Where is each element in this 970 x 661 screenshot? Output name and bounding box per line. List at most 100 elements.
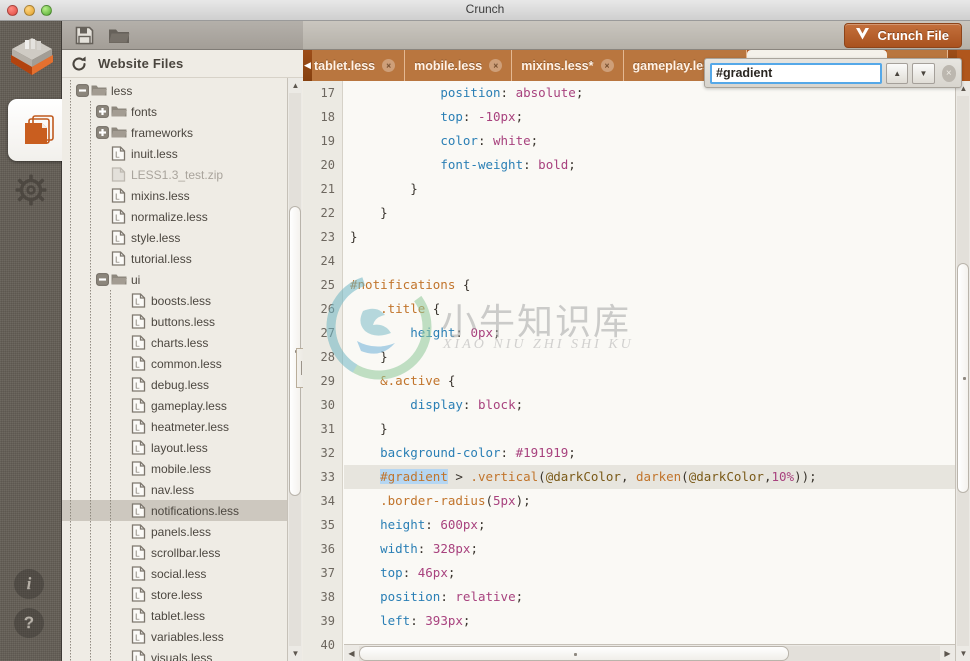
- code-line[interactable]: 27 height: 0px;: [321, 321, 970, 345]
- tree-folder-row[interactable]: frameworks: [62, 122, 287, 143]
- code-token: ;: [575, 85, 584, 100]
- tree-file-row[interactable]: L social.less: [62, 563, 287, 584]
- file-tree[interactable]: less fonts frameworks L inuit.less LESS1…: [62, 78, 287, 661]
- tree-file-row[interactable]: L layout.less: [62, 437, 287, 458]
- code-line[interactable]: 36 width: 328px;: [321, 537, 970, 561]
- code-token: @darkColor: [688, 469, 764, 484]
- collapse-icon[interactable]: [76, 84, 89, 97]
- code-line[interactable]: 30 display: block;: [321, 393, 970, 417]
- tree-file-row[interactable]: L gameplay.less: [62, 395, 287, 416]
- scroll-up-icon[interactable]: ▲: [288, 78, 303, 93]
- tree-file-row[interactable]: L style.less: [62, 227, 287, 248]
- code-line[interactable]: 37 top: 46px;: [321, 561, 970, 585]
- code-content[interactable]: 17 position: absolute; 18 top: -10px; 19 c…: [321, 81, 970, 661]
- editor-horizontal-scrollbar[interactable]: ◀ ▶: [344, 644, 955, 661]
- code-line[interactable]: 32 background-color: #191919;: [321, 441, 970, 465]
- code-line[interactable]: 18 top: -10px;: [321, 105, 970, 129]
- tree-file-row[interactable]: L scrollbar.less: [62, 542, 287, 563]
- scrollbar-thumb[interactable]: [957, 263, 969, 493]
- tree-file-row[interactable]: L charts.less: [62, 332, 287, 353]
- collapse-icon[interactable]: [96, 273, 109, 286]
- help-icon[interactable]: ?: [14, 608, 44, 638]
- find-next-button[interactable]: ▼: [912, 62, 935, 84]
- tab-close-icon[interactable]: ×: [382, 59, 396, 72]
- tree-guide-line: [70, 374, 71, 395]
- tree-file-row[interactable]: L notifications.less: [62, 500, 287, 521]
- tree-guide-line: [110, 521, 111, 542]
- search-input[interactable]: [710, 62, 882, 84]
- code-editor[interactable]: 17 position: absolute; 18 top: -10px; 19 c…: [303, 81, 970, 661]
- expand-icon[interactable]: [96, 105, 109, 118]
- tree-folder-row[interactable]: less: [62, 80, 287, 101]
- hscrollbar-track[interactable]: [359, 645, 940, 661]
- tab-close-icon[interactable]: ×: [600, 59, 614, 72]
- tree-file-row[interactable]: L normalize.less: [62, 206, 287, 227]
- code-line[interactable]: 19 color: white;: [321, 129, 970, 153]
- save-icon[interactable]: [75, 26, 94, 50]
- code-line[interactable]: 26 .title {: [321, 297, 970, 321]
- code-line[interactable]: 24: [321, 249, 970, 273]
- tree-file-row[interactable]: LESS1.3_test.zip: [62, 164, 287, 185]
- scroll-right-icon[interactable]: ▶: [940, 646, 955, 661]
- tree-file-row[interactable]: L inuit.less: [62, 143, 287, 164]
- code-line[interactable]: 35 height: 600px;: [321, 513, 970, 537]
- scroll-left-icon[interactable]: ◀: [344, 646, 359, 661]
- tree-folder-row[interactable]: fonts: [62, 101, 287, 122]
- find-bar[interactable]: ▲ ▼ ×: [704, 58, 962, 88]
- code-line[interactable]: 28 }: [321, 345, 970, 369]
- tree-item-label: inuit.less: [131, 146, 178, 161]
- info-icon[interactable]: i: [14, 569, 44, 599]
- code-token: ;: [515, 397, 524, 412]
- sidebar-item-settings[interactable]: [14, 173, 48, 207]
- tree-file-row[interactable]: L debug.less: [62, 374, 287, 395]
- code-token: :: [523, 157, 539, 172]
- code-line[interactable]: 20 font-weight: bold;: [321, 153, 970, 177]
- open-folder-icon[interactable]: [108, 26, 130, 50]
- tree-file-row[interactable]: L heatmeter.less: [62, 416, 287, 437]
- editor-tab-tablet-less[interactable]: tablet.less ×: [312, 50, 406, 81]
- tree-file-row[interactable]: L visuals.less: [62, 647, 287, 661]
- tree-file-row[interactable]: L common.less: [62, 353, 287, 374]
- editor-tab-mixins-less-[interactable]: mixins.less* ×: [512, 50, 624, 81]
- tree-file-row[interactable]: L mobile.less: [62, 458, 287, 479]
- code-line[interactable]: 22 }: [321, 201, 970, 225]
- code-line[interactable]: 23}: [321, 225, 970, 249]
- code-line-text: position: relative;: [344, 585, 523, 609]
- line-number: 28: [320, 350, 335, 364]
- code-line[interactable]: 38 position: relative;: [321, 585, 970, 609]
- tab-scroll-left-button[interactable]: ◀: [303, 50, 312, 81]
- scroll-down-icon[interactable]: ▼: [288, 646, 303, 661]
- tree-file-row[interactable]: L tablet.less: [62, 605, 287, 626]
- code-line[interactable]: 31 }: [321, 417, 970, 441]
- sidebar-item-files[interactable]: [8, 99, 70, 161]
- refresh-icon[interactable]: [70, 55, 88, 73]
- scroll-down-icon[interactable]: ▼: [956, 646, 970, 661]
- hscrollbar-thumb[interactable]: [359, 645, 789, 661]
- less-file-icon: L: [111, 188, 126, 203]
- code-line[interactable]: 25 #notifications {: [321, 273, 970, 297]
- tree-file-row[interactable]: L store.less: [62, 584, 287, 605]
- close-find-icon[interactable]: ×: [941, 64, 957, 82]
- expand-icon[interactable]: [96, 126, 109, 139]
- tree-file-row[interactable]: L boosts.less: [62, 290, 287, 311]
- code-line[interactable]: 21 }: [321, 177, 970, 201]
- tree-folder-row[interactable]: ui: [62, 269, 287, 290]
- tree-file-row[interactable]: L mixins.less: [62, 185, 287, 206]
- tree-file-row[interactable]: L variables.less: [62, 626, 287, 647]
- editor-vertical-scrollbar[interactable]: ▲ ▼: [955, 81, 970, 661]
- find-previous-button[interactable]: ▲: [886, 62, 909, 84]
- crunch-file-button[interactable]: Crunch File: [844, 23, 962, 48]
- tree-file-row[interactable]: L nav.less: [62, 479, 287, 500]
- code-line[interactable]: 34 .border-radius(5px);: [321, 489, 970, 513]
- tree-file-row[interactable]: L tutorial.less: [62, 248, 287, 269]
- editor-tab-mobile-less[interactable]: mobile.less ×: [405, 50, 513, 81]
- code-line[interactable]: 33 #gradient > .vertical(@darkColor, dar…: [321, 465, 970, 489]
- tab-close-icon[interactable]: ×: [489, 59, 503, 72]
- tree-file-row[interactable]: L buttons.less: [62, 311, 287, 332]
- code-line[interactable]: 29 &.active {: [321, 369, 970, 393]
- code-line[interactable]: 39 left: 393px;: [321, 609, 970, 633]
- tree-file-row[interactable]: L panels.less: [62, 521, 287, 542]
- code-token: :: [402, 565, 418, 580]
